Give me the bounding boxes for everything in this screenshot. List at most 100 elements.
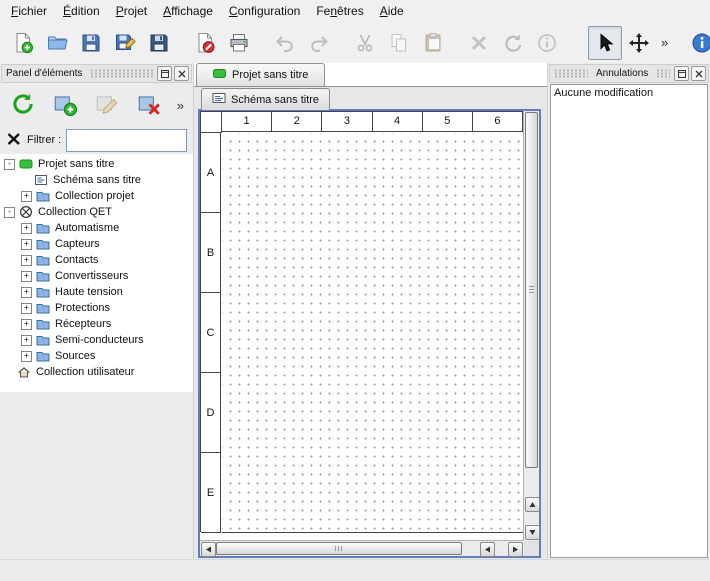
horizontal-scrollbar[interactable] bbox=[200, 540, 524, 556]
tree-item-semi-conducteurs[interactable]: + Semi-conducteurs bbox=[0, 332, 193, 348]
new-document-icon bbox=[12, 32, 34, 54]
expand-expander-icon[interactable]: + bbox=[21, 287, 32, 298]
elements-toolbar-overflow-button[interactable]: » bbox=[177, 98, 184, 113]
tab-projet-sans-titre[interactable]: Projet sans titre bbox=[196, 63, 325, 86]
scroll-down-button[interactable] bbox=[525, 525, 540, 540]
project-tab-label: Projet sans titre bbox=[232, 69, 308, 81]
undo-icon bbox=[274, 32, 296, 54]
vertical-scrollbar-thumb[interactable] bbox=[525, 112, 538, 468]
new-element-button[interactable] bbox=[51, 90, 80, 120]
dock-grip[interactable] bbox=[90, 69, 153, 78]
info-circle-icon bbox=[536, 32, 558, 54]
reload-icon bbox=[10, 91, 36, 120]
menu-configuration[interactable]: Configuration bbox=[221, 1, 308, 21]
tree-item-sources[interactable]: + Sources bbox=[0, 348, 193, 364]
selection-mode-button[interactable] bbox=[588, 26, 622, 60]
diagram-viewport[interactable]: 1 2 3 4 5 6 A B C D bbox=[200, 111, 524, 541]
visualisation-mode-button[interactable] bbox=[622, 26, 656, 60]
dock-float-button[interactable] bbox=[674, 66, 689, 81]
expand-expander-icon[interactable]: + bbox=[21, 191, 32, 202]
tree-item-haute-tension[interactable]: + Haute tension bbox=[0, 284, 193, 300]
open-project-button[interactable] bbox=[40, 26, 74, 60]
dock-close-button[interactable] bbox=[691, 66, 706, 81]
folder-icon bbox=[36, 237, 51, 251]
about-button[interactable] bbox=[685, 26, 710, 60]
folder-icon bbox=[36, 349, 51, 363]
tree-item-schema-sans-titre[interactable]: Schéma sans titre bbox=[0, 172, 193, 188]
menu-fichier[interactable]: Fichier bbox=[3, 1, 55, 21]
delete-element-button[interactable] bbox=[135, 90, 164, 120]
dock-grip[interactable] bbox=[554, 69, 588, 78]
collapse-expander-icon[interactable]: - bbox=[4, 207, 15, 218]
cut-button[interactable] bbox=[348, 26, 382, 60]
horizontal-scrollbar-thumb[interactable] bbox=[216, 542, 462, 555]
scroll-right-button[interactable] bbox=[508, 542, 523, 557]
collapse-expander-icon[interactable]: - bbox=[4, 159, 15, 170]
home-icon bbox=[17, 365, 32, 379]
undo-history-list[interactable]: Aucune modification bbox=[550, 84, 708, 558]
scroll-up-button[interactable] bbox=[525, 497, 540, 512]
row-headers: A B C D E bbox=[201, 133, 221, 532]
edit-element-button[interactable] bbox=[93, 90, 122, 120]
scroll-left-button-2[interactable] bbox=[480, 542, 495, 557]
tree-item-collection-qet[interactable]: - Collection QET bbox=[0, 204, 193, 220]
reload-collections-button[interactable] bbox=[9, 90, 38, 120]
folder-icon bbox=[36, 189, 51, 203]
clear-filter-icon[interactable] bbox=[6, 131, 22, 150]
schema-tab-label: Schéma sans titre bbox=[231, 94, 319, 106]
schema-sheet[interactable]: 1 2 3 4 5 6 A B C D bbox=[200, 111, 523, 532]
expand-expander-icon[interactable]: + bbox=[21, 239, 32, 250]
conductor-info-button[interactable] bbox=[530, 26, 564, 60]
expand-expander-icon[interactable]: + bbox=[21, 223, 32, 234]
paste-button[interactable] bbox=[416, 26, 450, 60]
save-all-button[interactable] bbox=[142, 26, 176, 60]
expand-expander-icon[interactable]: + bbox=[21, 255, 32, 266]
expand-expander-icon[interactable]: + bbox=[21, 303, 32, 314]
tree-item-collection-utilisateur[interactable]: Collection utilisateur bbox=[0, 364, 193, 380]
undo-button[interactable] bbox=[268, 26, 302, 60]
save-button[interactable] bbox=[74, 26, 108, 60]
expand-expander-icon[interactable]: + bbox=[21, 351, 32, 362]
redo-button[interactable] bbox=[302, 26, 336, 60]
print-button[interactable] bbox=[222, 26, 256, 60]
rotate-button[interactable] bbox=[496, 26, 530, 60]
tree-item-capteurs[interactable]: + Capteurs bbox=[0, 236, 193, 252]
diagram-grid-canvas[interactable] bbox=[222, 133, 523, 533]
tree-item-convertisseurs[interactable]: + Convertisseurs bbox=[0, 268, 193, 284]
menu-fenetres[interactable]: Fenêtres bbox=[308, 1, 371, 21]
tab-schema-sans-titre[interactable]: Schéma sans titre bbox=[201, 88, 330, 110]
tree-item-collection-projet[interactable]: + Collection projet bbox=[0, 188, 193, 204]
tree-item-protections[interactable]: + Protections bbox=[0, 300, 193, 316]
save-as-button[interactable] bbox=[108, 26, 142, 60]
dock-float-button[interactable] bbox=[157, 66, 172, 81]
close-file-button[interactable] bbox=[188, 26, 222, 60]
expand-expander-icon[interactable]: + bbox=[21, 319, 32, 330]
undo-panel-titlebar[interactable]: Annulations bbox=[549, 64, 709, 83]
menubar: Fichier Édition Projet Affichage Configu… bbox=[0, 0, 710, 22]
elements-tree: - Projet sans titre Schéma sans titre + … bbox=[0, 154, 193, 392]
tree-item-automatisme[interactable]: + Automatisme bbox=[0, 220, 193, 236]
delete-selection-button[interactable] bbox=[462, 26, 496, 60]
toolbar-overflow-button[interactable]: » bbox=[656, 35, 673, 50]
about-info-icon bbox=[691, 32, 710, 54]
vertical-scrollbar[interactable] bbox=[523, 111, 539, 541]
filter-input[interactable] bbox=[66, 129, 187, 152]
tree-item-projet-sans-titre[interactable]: - Projet sans titre bbox=[0, 156, 193, 172]
tree-item-contacts[interactable]: + Contacts bbox=[0, 252, 193, 268]
elements-panel-titlebar[interactable]: Panel d'éléments bbox=[1, 64, 192, 83]
menu-affichage[interactable]: Affichage bbox=[155, 1, 221, 21]
menu-edition[interactable]: Édition bbox=[55, 1, 108, 21]
menu-aide[interactable]: Aide bbox=[372, 1, 412, 21]
dock-filler bbox=[0, 392, 193, 560]
dock-close-button[interactable] bbox=[174, 66, 189, 81]
tree-item-recepteurs[interactable]: + Récepteurs bbox=[0, 316, 193, 332]
rotate-icon bbox=[502, 32, 524, 54]
expand-expander-icon[interactable]: + bbox=[21, 335, 32, 346]
copy-button[interactable] bbox=[382, 26, 416, 60]
scroll-left-button[interactable] bbox=[201, 542, 216, 557]
new-document-button[interactable] bbox=[6, 26, 40, 60]
menu-projet[interactable]: Projet bbox=[108, 1, 155, 21]
expand-expander-icon[interactable]: + bbox=[21, 271, 32, 282]
dock-grip[interactable] bbox=[656, 69, 670, 78]
tree-item-label: Projet sans titre bbox=[38, 158, 114, 170]
